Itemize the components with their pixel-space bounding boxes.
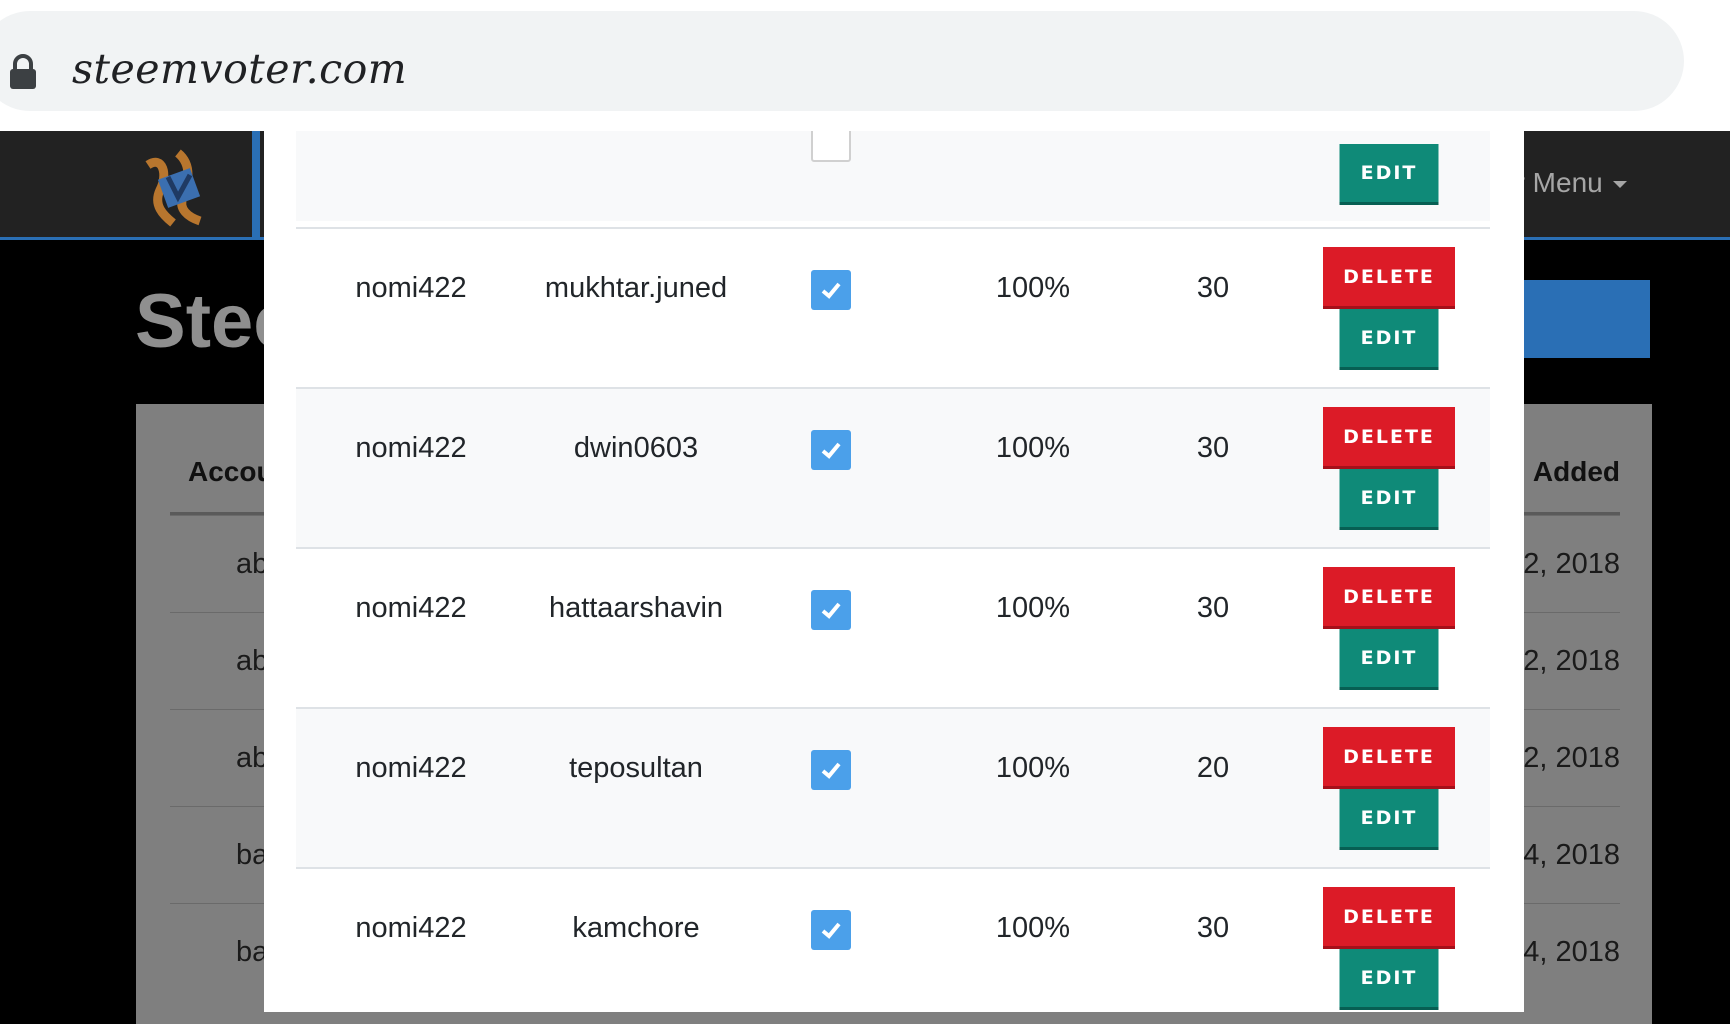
bg-column-header-added: Added [1532, 456, 1620, 487]
enabled-checkbox[interactable] [811, 750, 851, 790]
row-actions: DELETE EDIT [1322, 549, 1456, 708]
cell-account: nomi422 [355, 432, 467, 464]
cell-target: hattaarshavin [548, 592, 724, 624]
header-action-button[interactable] [1510, 280, 1650, 358]
delete-button[interactable]: DELETE [1323, 567, 1455, 629]
table-row: nomi422 hattaarshavin 100% 30 DELETE EDI… [296, 547, 1490, 708]
cell-delay: 30 [1196, 912, 1230, 944]
cell-weight: 100% [995, 912, 1071, 944]
row-actions: EDIT [1322, 131, 1456, 221]
bg-cell-added: 2, 2018 [1523, 742, 1620, 774]
cell-target: dwin0603 [573, 432, 699, 464]
delete-button[interactable]: DELETE [1323, 887, 1455, 949]
cell-account: nomi422 [355, 912, 467, 944]
bg-cell-added: 4, 2018 [1523, 936, 1620, 968]
bg-cell-added: 2, 2018 [1523, 548, 1620, 580]
row-actions: DELETE EDIT [1322, 389, 1456, 548]
caret-down-icon [1612, 181, 1627, 189]
site-logo-area[interactable] [0, 131, 260, 237]
cell-account: nomi422 [355, 592, 467, 624]
enabled-checkbox[interactable] [811, 270, 851, 310]
cell-weight: 100% [995, 432, 1071, 464]
cell-weight: 100% [995, 752, 1071, 784]
cell-delay: 30 [1196, 432, 1230, 464]
edit-button[interactable]: EDIT [1339, 949, 1439, 1010]
steemvoter-logo-icon[interactable] [138, 145, 218, 227]
enabled-checkbox[interactable] [811, 131, 851, 162]
row-actions: DELETE EDIT [1322, 229, 1456, 388]
enabled-checkbox[interactable] [811, 910, 851, 950]
table-row: nomi422 dwin0603 100% 30 DELETE EDIT [296, 387, 1490, 548]
cell-weight: 100% [995, 592, 1071, 624]
enabled-checkbox[interactable] [811, 590, 851, 630]
delete-button[interactable]: DELETE [1323, 727, 1455, 789]
row-actions: DELETE EDIT [1322, 709, 1456, 868]
cell-delay: 30 [1196, 272, 1230, 304]
checkmark-icon [821, 922, 841, 939]
bg-column-header-account: Accou [188, 456, 274, 487]
cell-account: nomi422 [355, 752, 467, 784]
cell-account: nomi422 [355, 272, 467, 304]
table-row: EDIT [296, 131, 1490, 221]
delete-button[interactable]: DELETE [1323, 247, 1455, 309]
lock-icon [10, 54, 36, 89]
cell-weight: 100% [995, 272, 1071, 304]
edit-button[interactable]: EDIT [1339, 309, 1439, 370]
cell-delay: 20 [1196, 752, 1230, 784]
cell-delay: 30 [1196, 592, 1230, 624]
enabled-checkbox[interactable] [811, 430, 851, 470]
bg-cell-added: 4, 2018 [1523, 839, 1620, 871]
checkmark-icon [821, 602, 841, 619]
edit-button[interactable]: EDIT [1339, 789, 1439, 850]
edit-button[interactable]: EDIT [1339, 469, 1439, 530]
trail-list-modal: EDIT nomi422 mukhtar.juned 100% 30 DELET… [264, 131, 1524, 1012]
cell-target: kamchore [572, 912, 700, 944]
checkmark-icon [821, 442, 841, 459]
checkmark-icon [821, 762, 841, 779]
table-row: nomi422 kamchore 100% 30 DELETE EDIT [296, 867, 1490, 1012]
row-actions: DELETE EDIT [1322, 869, 1456, 1012]
address-bar[interactable]: steemvoter.com [0, 11, 1684, 111]
bg-cell-added: 2, 2018 [1523, 645, 1620, 677]
table-row: nomi422 teposultan 100% 20 DELETE EDIT [296, 707, 1490, 868]
edit-button[interactable]: EDIT [1339, 144, 1439, 205]
browser-toolbar: steemvoter.com [0, 0, 1730, 131]
edit-button[interactable]: EDIT [1339, 629, 1439, 690]
url-text[interactable]: steemvoter.com [72, 45, 407, 93]
cell-target: teposultan [569, 752, 703, 784]
checkmark-icon [821, 282, 841, 299]
cell-target: mukhtar.juned [544, 272, 728, 304]
delete-button[interactable]: DELETE [1323, 407, 1455, 469]
table-row: nomi422 mukhtar.juned 100% 30 DELETE EDI… [296, 227, 1490, 388]
